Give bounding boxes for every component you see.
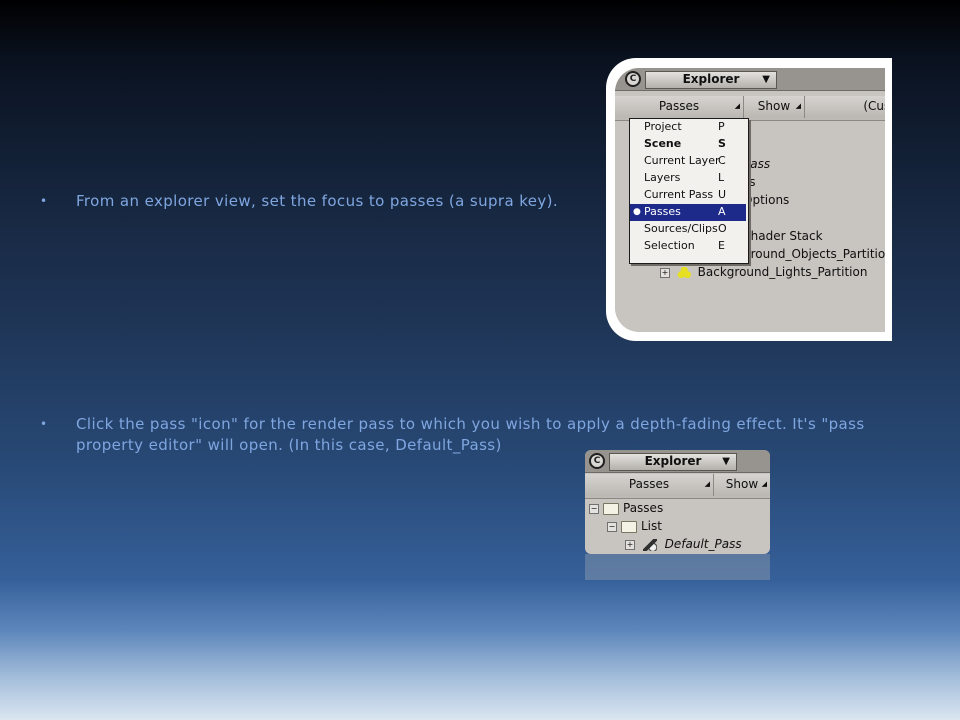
show-button-label: Show [725,477,759,491]
menu-item-shortcut: O [718,222,727,235]
bullet-marker: • [40,417,48,431]
close-icon[interactable]: C [589,453,605,469]
corner-arrow-icon: ◢ [704,480,710,488]
menu-item-shortcut: S [718,137,726,150]
menu-item-current-pass[interactable]: Current Pass U [630,187,746,204]
explorer-title: Explorer [682,72,740,86]
tree-item[interactable]: ground_Objects_Partition [743,247,885,261]
explorer-toolbar: Passes ◢ Show ◢ [585,474,770,499]
passes-button-label: Passes [628,477,670,491]
passes-button-label: Passes [658,99,700,113]
menu-item-shortcut: A [718,205,726,218]
menu-item-shortcut: E [718,239,725,252]
menu-item-shortcut: P [718,120,725,133]
custom-button[interactable]: (Cust [805,96,885,118]
tree-item-label: Background_Lights_Partition [697,265,868,279]
bullet-text: From an explorer view, set the focus to … [76,192,559,210]
corner-arrow-icon: ◢ [795,102,801,110]
explorer-screenshot-focus-menu: C Explorer ▼ Passes ◢ Show ◢ (Cust Pass … [606,58,892,341]
passes-scope-button[interactable]: Passes ◢ [615,96,744,118]
custom-button-label: (Cust [863,99,885,113]
tree-item-label: Default_Pass [664,537,742,551]
expand-icon[interactable]: + [625,539,635,550]
close-icon[interactable]: C [625,71,641,87]
corner-arrow-icon: ◢ [734,102,740,110]
instruction-bullet-1: • From an explorer view, set the focus t… [40,191,559,212]
tree-item-passes[interactable]: − Passes [589,501,663,515]
pass-icon[interactable] [642,538,657,551]
menu-item-shortcut: C [718,154,726,167]
folder-icon [621,520,637,533]
folder-icon [603,502,619,515]
focus-dropdown-menu: Project P Scene S Current Layer C Layers… [629,118,749,264]
menu-item-label: Project [644,120,682,133]
show-button-label: Show [757,99,791,113]
explorer-title: Explorer [644,454,702,468]
tree-item-label: Passes [623,501,664,515]
corner-arrow-icon: ◢ [761,480,767,488]
menu-item-label: Current Pass [644,188,714,201]
explorer-title-dropdown[interactable]: Explorer ▼ [645,71,777,89]
menu-item-project[interactable]: Project P [630,119,746,136]
tree-item-label: List [641,519,662,533]
tree-item-list[interactable]: − List [607,519,662,533]
explorer-screenshot-passes-tree: C Explorer ▼ Passes ◢ Show ◢ − Passes − Li… [585,450,770,554]
chevron-down-icon: ▼ [722,456,730,467]
tree-item-lights-partition[interactable]: + Background_Lights_Partition [660,265,867,279]
menu-item-shortcut: U [718,188,727,201]
explorer-titlebar: C Explorer ▼ [615,68,885,91]
menu-item-shortcut: L [718,171,725,184]
tree-item[interactable]: Shader Stack [743,229,823,243]
screenshot-reflection [585,554,770,580]
collapse-icon[interactable]: − [607,521,617,532]
menu-item-label: Passes [644,205,681,218]
menu-item-label: Current Layer [644,154,720,167]
menu-item-selection[interactable]: Selection E [630,238,746,255]
selected-bullet-icon: ● [633,207,641,217]
bullet-marker: • [40,194,48,208]
collapse-icon[interactable]: − [589,503,599,514]
menu-item-label: Scene [644,137,682,150]
show-button[interactable]: Show ◢ [744,96,805,118]
menu-item-scene[interactable]: Scene S [630,136,746,153]
expand-icon[interactable]: + [660,267,670,278]
bullet-text: Click the pass "icon" for the render pas… [76,415,865,454]
menu-item-label: Layers [644,171,681,184]
tree-item[interactable]: Options [743,193,789,207]
show-button[interactable]: Show ◢ [714,474,770,496]
explorer-titlebar: C Explorer ▼ [585,450,770,473]
menu-item-passes[interactable]: ● Passes A [630,204,746,221]
lights-partition-icon [676,267,691,278]
chevron-down-icon: ▼ [762,74,770,85]
tree-item-default-pass[interactable]: + Default_Pass [625,537,742,551]
explorer-title-dropdown[interactable]: Explorer ▼ [609,453,737,471]
passes-scope-button[interactable]: Passes ◢ [585,474,714,496]
menu-item-current-layer[interactable]: Current Layer C [630,153,746,170]
menu-item-label: Sources/Clips [644,222,718,235]
menu-item-layers[interactable]: Layers L [630,170,746,187]
menu-item-label: Selection [644,239,695,252]
menu-item-sources-clips[interactable]: Sources/Clips O [630,221,746,238]
